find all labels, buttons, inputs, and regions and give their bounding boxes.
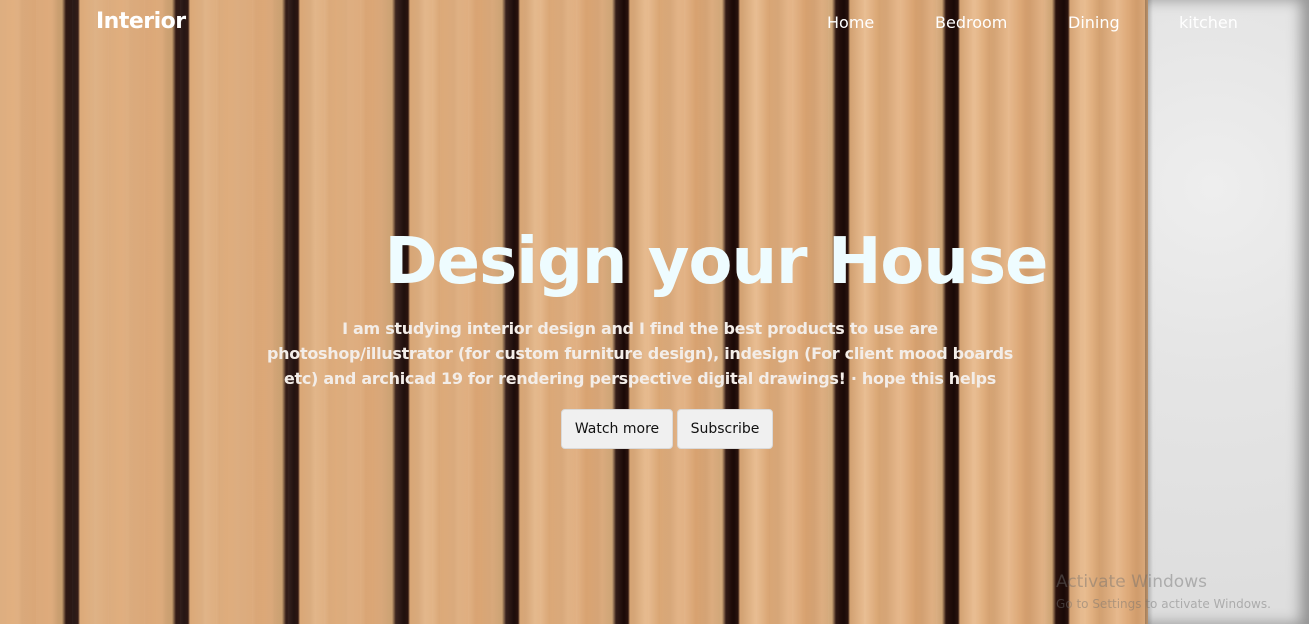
watch-more-button[interactable]: Watch more bbox=[561, 409, 673, 449]
hero-section: Design your House I am studying interior… bbox=[200, 222, 1122, 449]
nav-link-kitchen[interactable]: kitchen bbox=[1179, 13, 1238, 32]
subscribe-button[interactable]: Subscribe bbox=[677, 409, 773, 449]
windows-activation-watermark: Activate Windows Go to Settings to activ… bbox=[1056, 571, 1271, 613]
nav-link-dining[interactable]: Dining bbox=[1068, 13, 1120, 32]
hero-title: Design your House bbox=[384, 225, 1049, 299]
nav-link-bedroom[interactable]: Bedroom bbox=[935, 13, 1007, 32]
watermark-title: Activate Windows bbox=[1056, 572, 1207, 592]
nav-link-home[interactable]: Home bbox=[827, 13, 874, 32]
top-navbar: Interior Home Bedroom Dining kitchen bbox=[0, 0, 1309, 50]
brand-logo[interactable]: Interior bbox=[96, 9, 186, 34]
watermark-subtitle: Go to Settings to activate Windows. bbox=[1056, 597, 1271, 611]
wall-shadow-edge bbox=[1145, 0, 1153, 624]
wall-background bbox=[1148, 0, 1309, 624]
hero-description: I am studying interior design and I find… bbox=[267, 319, 1013, 388]
wood-grain-overlay bbox=[0, 0, 1309, 624]
